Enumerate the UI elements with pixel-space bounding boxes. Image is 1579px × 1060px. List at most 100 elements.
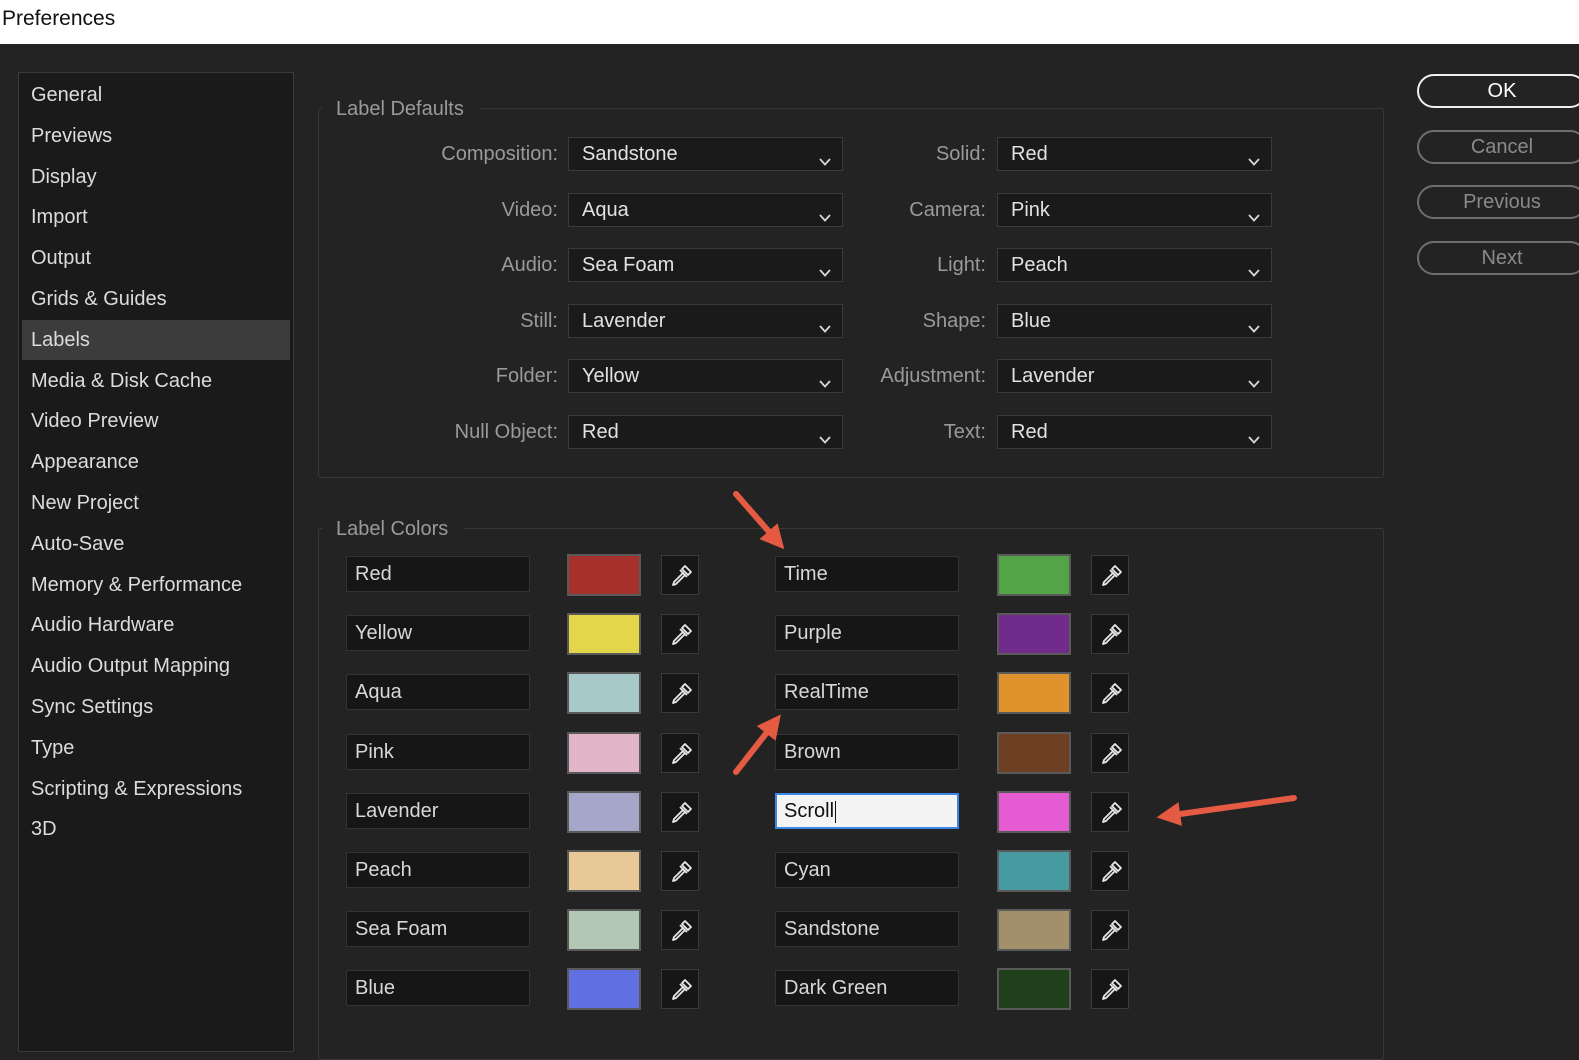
solid-label-select[interactable]: Red (997, 137, 1272, 171)
sidebar-item-3d[interactable]: 3D (22, 809, 290, 849)
label-name-field-lavender[interactable]: Lavender (346, 792, 530, 829)
color-swatch-red[interactable] (567, 554, 641, 596)
eyedropper-button-brown[interactable] (1091, 732, 1129, 773)
sidebar-item-labels[interactable]: Labels (22, 319, 290, 360)
label-name-field-time[interactable]: Time (775, 556, 959, 592)
color-swatch-scroll[interactable] (997, 790, 1071, 833)
eyedropper-button-sea-foam[interactable] (661, 910, 699, 951)
label-name-text: Aqua (355, 681, 402, 704)
label-name-field-aqua[interactable]: Aqua (346, 674, 530, 711)
selected-value: Pink (1011, 198, 1050, 221)
previous-button[interactable]: Previous (1417, 185, 1579, 219)
color-swatch-sea-foam[interactable] (567, 909, 641, 952)
solid-label: Solid: (935, 143, 986, 165)
label-name-text: Dark Green (784, 977, 888, 1000)
chevron-down-icon (1247, 203, 1261, 222)
shape-label: Shape: (922, 309, 986, 332)
label-name-field-scroll[interactable]: Scroll (775, 792, 959, 829)
eyedropper-button-time[interactable] (1091, 555, 1129, 595)
color-swatch-time[interactable] (997, 554, 1071, 596)
label-name-text: Brown (784, 740, 841, 763)
selected-value: Aqua (582, 198, 629, 221)
eyedropper-button-pink[interactable] (661, 732, 699, 773)
label-name-field-sandstone[interactable]: Sandstone (775, 911, 959, 948)
label-name-text: Scroll (784, 799, 835, 822)
sidebar-item-auto-save[interactable]: Auto-Save (22, 524, 290, 564)
sidebar-item-type[interactable]: Type (22, 728, 290, 768)
chevron-down-icon (1247, 258, 1261, 277)
color-swatch-brown[interactable] (997, 731, 1071, 774)
sidebar-item-audio-hardware[interactable]: Audio Hardware (22, 605, 290, 645)
color-swatch-realtime[interactable] (997, 672, 1071, 715)
text-label: Text: (943, 420, 986, 443)
sidebar-item-sync-settings[interactable]: Sync Settings (22, 687, 290, 727)
eyedropper-button-scroll[interactable] (1091, 791, 1129, 832)
label-name-field-yellow[interactable]: Yellow (346, 615, 530, 652)
sidebar-item-scripting-expressions[interactable]: Scripting & Expressions (22, 769, 290, 809)
color-swatch-yellow[interactable] (567, 613, 641, 656)
next-button[interactable]: Next (1417, 241, 1579, 275)
color-swatch-blue[interactable] (567, 968, 641, 1011)
color-swatch-peach[interactable] (567, 850, 641, 892)
eyedropper-button-red[interactable] (661, 555, 699, 595)
color-swatch-aqua[interactable] (567, 672, 641, 715)
sidebar-item-display[interactable]: Display (22, 157, 290, 197)
sidebar-item-general[interactable]: General (22, 75, 290, 115)
label-name-field-blue[interactable]: Blue (346, 970, 530, 1007)
label-name-field-realtime[interactable]: RealTime (775, 674, 959, 711)
label-name-field-cyan[interactable]: Cyan (775, 852, 959, 888)
eyedropper-button-cyan[interactable] (1091, 851, 1129, 891)
cancel-button[interactable]: Cancel (1417, 130, 1579, 164)
selected-value: Red (1011, 143, 1048, 165)
eyedropper-button-dark-green[interactable] (1091, 969, 1129, 1010)
label-name-field-purple[interactable]: Purple (775, 615, 959, 652)
eyedropper-button-peach[interactable] (661, 851, 699, 891)
chevron-down-icon (1247, 425, 1261, 444)
sidebar-item-previews[interactable]: Previews (22, 116, 290, 156)
eyedropper-button-aqua[interactable] (661, 673, 699, 714)
label-name-field-red[interactable]: Red (346, 556, 530, 592)
sidebar-item-video-preview[interactable]: Video Preview (22, 401, 290, 441)
selected-value: Red (582, 420, 619, 443)
composition-label: Composition: (441, 143, 558, 165)
ok-button[interactable]: OK (1417, 74, 1579, 108)
camera-label-select[interactable]: Pink (997, 192, 1272, 227)
light-label: Light: (937, 254, 986, 276)
shape-label-select[interactable]: Blue (997, 303, 1272, 338)
sidebar-item-audio-output-mapping[interactable]: Audio Output Mapping (22, 646, 290, 686)
sidebar-item-media-disk-cache[interactable]: Media & Disk Cache (22, 361, 290, 401)
eyedropper-button-realtime[interactable] (1091, 673, 1129, 714)
color-swatch-sandstone[interactable] (997, 909, 1071, 952)
chevron-down-icon (1247, 369, 1261, 388)
eyedropper-button-blue[interactable] (661, 969, 699, 1010)
eyedropper-button-sandstone[interactable] (1091, 910, 1129, 951)
label-name-field-brown[interactable]: Brown (775, 733, 959, 770)
label-name-field-sea-foam[interactable]: Sea Foam (346, 911, 530, 948)
eyedropper-button-lavender[interactable] (661, 791, 699, 832)
selected-value: Blue (1011, 309, 1052, 332)
label-name-text: Peach (355, 859, 412, 881)
eyedropper-button-yellow[interactable] (661, 614, 699, 655)
sidebar-item-grids-guides[interactable]: Grids & Guides (22, 279, 290, 319)
sidebar-item-output[interactable]: Output (22, 238, 290, 278)
color-swatch-lavender[interactable] (567, 790, 641, 833)
sidebar-item-import[interactable]: Import (22, 197, 290, 237)
text-label-select[interactable]: Red (997, 414, 1272, 449)
label-defaults-title: Label Defaults (322, 97, 480, 121)
color-swatch-dark-green[interactable] (997, 968, 1071, 1011)
label-name-field-dark-green[interactable]: Dark Green (775, 970, 959, 1007)
still-label: Still: (520, 309, 558, 332)
color-swatch-cyan[interactable] (997, 850, 1071, 892)
eyedropper-button-purple[interactable] (1091, 614, 1129, 655)
label-name-field-peach[interactable]: Peach (346, 852, 530, 888)
sidebar-item-new-project[interactable]: New Project (22, 483, 290, 523)
color-swatch-purple[interactable] (997, 613, 1071, 656)
adjustment-label-select[interactable]: Lavender (997, 359, 1272, 393)
sidebar-item-appearance[interactable]: Appearance (22, 442, 290, 482)
color-swatch-pink[interactable] (567, 731, 641, 774)
sidebar-item-memory-performance[interactable]: Memory & Performance (22, 565, 290, 605)
text-caret (835, 800, 837, 823)
label-name-field-pink[interactable]: Pink (346, 733, 530, 770)
light-label-select[interactable]: Peach (997, 248, 1272, 282)
label-name-text: Yellow (355, 622, 413, 645)
